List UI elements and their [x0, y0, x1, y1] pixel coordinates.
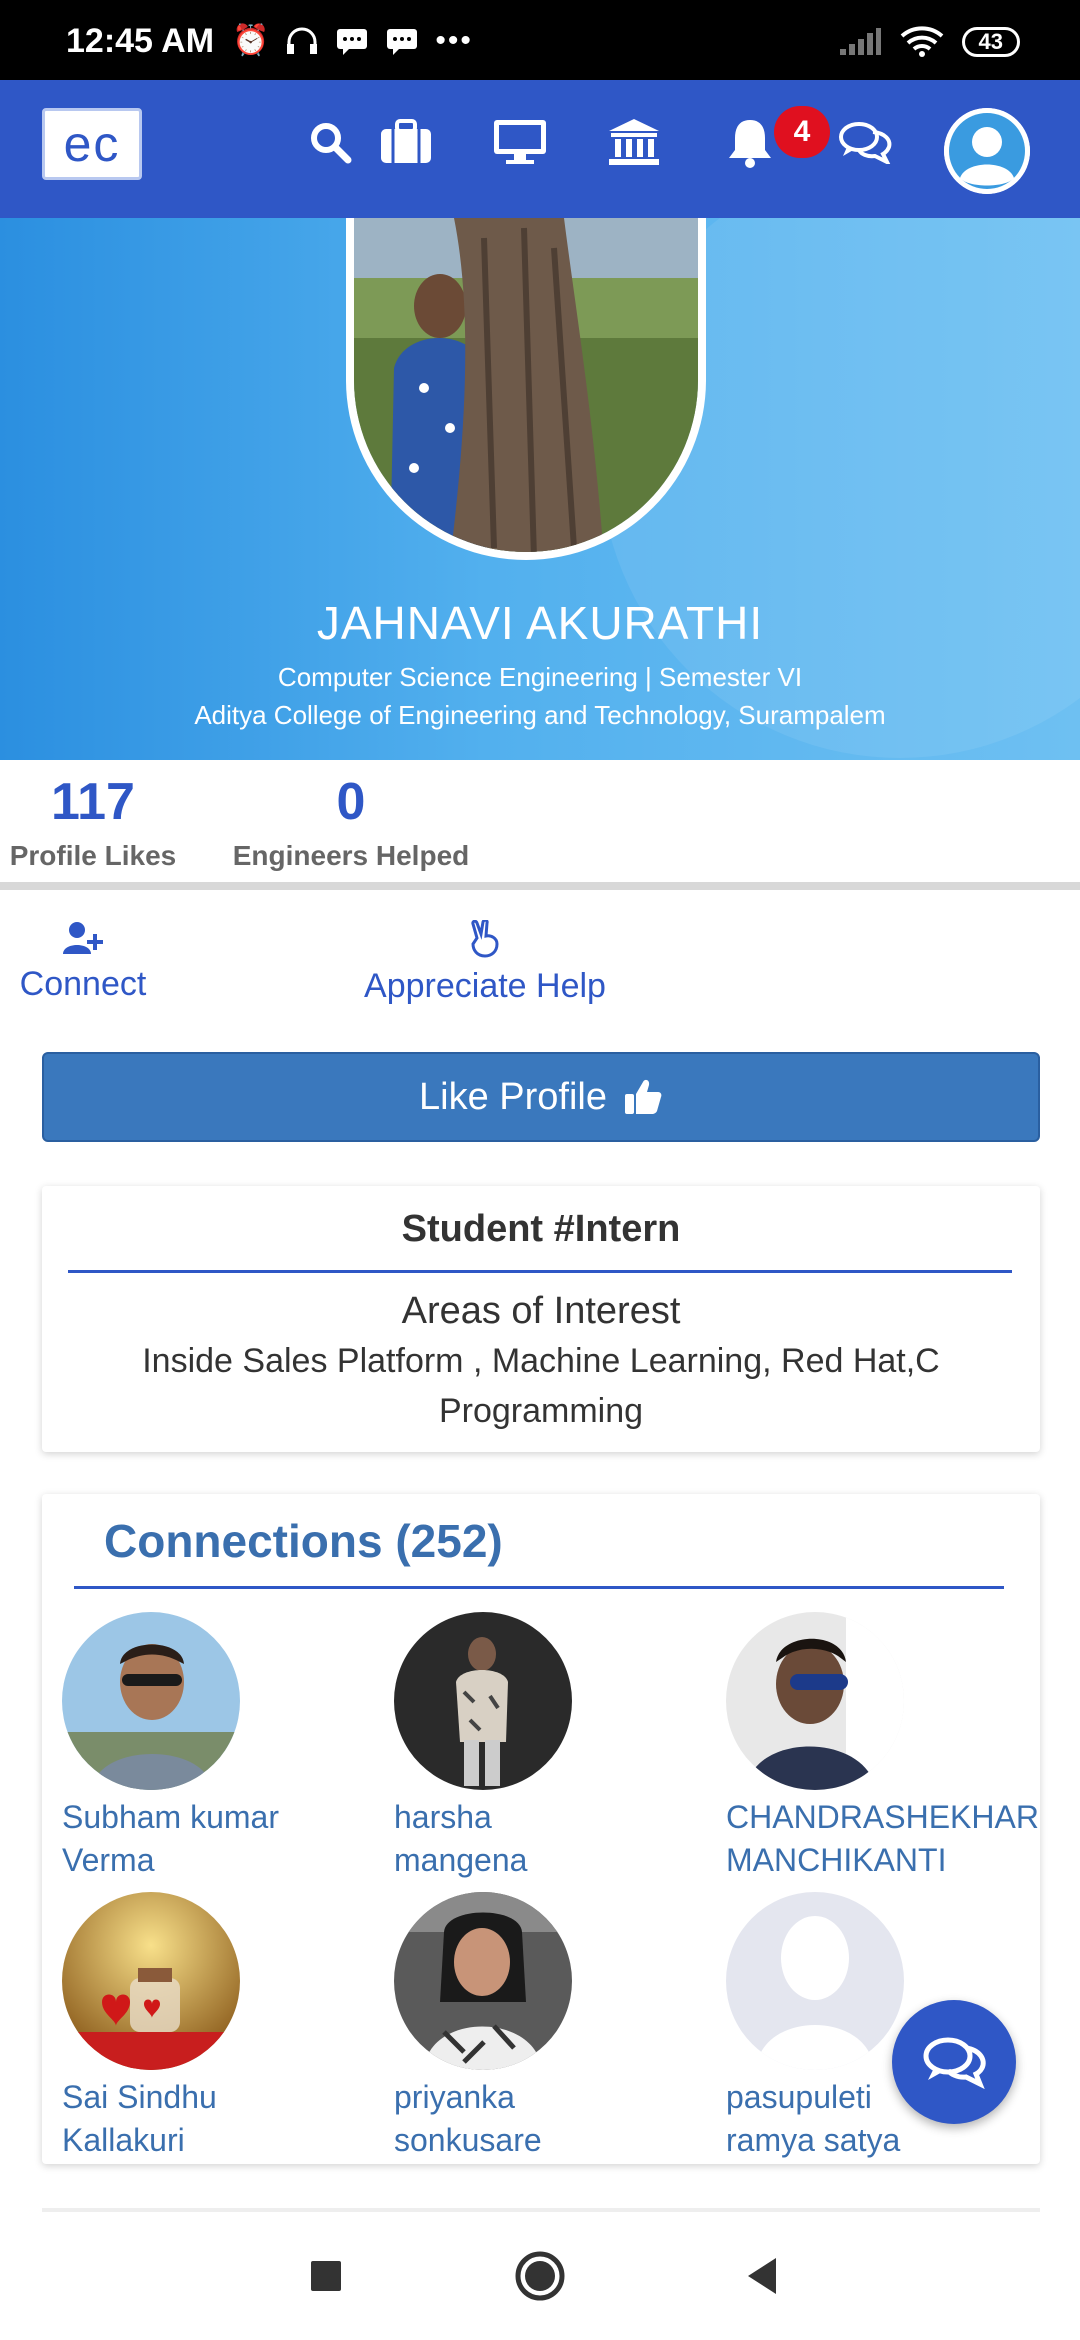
- connections-title[interactable]: Connections (252): [104, 1514, 503, 1568]
- home-button[interactable]: [508, 2244, 572, 2308]
- profile-name: JAHNAVI AKURATHI: [316, 597, 764, 649]
- areas-of-interest-heading: Areas of Interest: [401, 1290, 681, 1332]
- connection-name-second: MANCHIKANTI: [726, 1842, 947, 1878]
- bell-icon[interactable]: [718, 110, 782, 174]
- engineers-helped-stat: 0 Engineers Helped: [226, 772, 476, 872]
- system-navigation-bar: [0, 2214, 1080, 2340]
- about-card: Student #Intern Areas of Interest Inside…: [42, 1186, 1040, 1452]
- connect-label: Connect: [19, 965, 147, 1003]
- message-icon: [387, 29, 418, 55]
- connections-card: Connections (252) Subham kumar Verma har…: [42, 1494, 1040, 2164]
- areas-of-interest-line2: Programming: [438, 1392, 644, 1430]
- student-role-title: Student #Intern: [401, 1208, 681, 1250]
- notification-count-badge: 4: [774, 106, 830, 158]
- connection-name-first: harsha: [394, 1799, 492, 1835]
- chat-icon[interactable]: [828, 110, 902, 174]
- wifi-icon: [900, 26, 943, 57]
- connection-avatar: [394, 1892, 572, 2070]
- add-user-icon: [63, 922, 103, 954]
- profile-department: Computer Science Engineering | Semester …: [277, 662, 803, 692]
- briefcase-icon[interactable]: [374, 110, 438, 174]
- profile-cover: JAHNAVI AKURATHI Computer Science Engine…: [0, 218, 1080, 760]
- like-profile-button[interactable]: Like Profile: [42, 1052, 1040, 1142]
- engineers-helped-value: 0: [336, 773, 366, 831]
- connection-avatar: [726, 1892, 904, 2070]
- back-triangle-icon: [748, 2258, 776, 2294]
- connection-name-first: CHANDRASHEKHAR: [726, 1799, 1039, 1835]
- connection-name-first: priyanka: [394, 2079, 515, 2115]
- floating-chat-button[interactable]: [892, 2000, 1016, 2124]
- connection-name-first: Sai Sindhu: [62, 2079, 217, 2115]
- areas-of-interest-line1: Inside Sales Platform , Machine Learning…: [142, 1342, 940, 1380]
- more-dots-icon: •••: [435, 24, 473, 57]
- connection-avatar: [62, 1612, 240, 1790]
- app-header: ec 4: [0, 80, 1080, 218]
- appreciate-help-button[interactable]: Appreciate Help: [340, 918, 630, 1006]
- logo-text: ec: [63, 116, 121, 172]
- connections-divider: [74, 1586, 1004, 1589]
- monitor-icon[interactable]: [488, 110, 552, 174]
- profile-avatar[interactable]: [944, 108, 1030, 194]
- connection-name-second: sonkusare: [394, 2122, 542, 2158]
- battery-indicator: 43: [961, 27, 1020, 57]
- alarm-icon: ⏰: [232, 24, 270, 57]
- profile-stats: 117 Profile Likes 0 Engineers Helped: [0, 760, 1080, 890]
- profile-likes-label: Profile Likes: [9, 840, 177, 871]
- message-icon: [337, 29, 368, 55]
- profile-college: Aditya College of Engineering and Techno…: [194, 700, 886, 730]
- square-icon: [311, 2261, 341, 2291]
- profile-likes-value: 117: [51, 773, 135, 831]
- connection-avatar: [394, 1612, 572, 1790]
- signal-icon: [839, 28, 881, 55]
- appreciate-help-label: Appreciate Help: [364, 967, 606, 1005]
- status-system-icons: 43: [838, 26, 1020, 58]
- thumbs-up-icon: [624, 1079, 662, 1114]
- connection-name-second: Kallakuri: [62, 2122, 185, 2158]
- headset-icon: [287, 27, 318, 54]
- profile-likes-stat: 117 Profile Likes: [8, 772, 178, 872]
- connection-avatar: [726, 1612, 904, 1790]
- connection-item[interactable]: CHANDRASHEKHAR MANCHIKANTI: [726, 1612, 1039, 1882]
- connect-button[interactable]: Connect: [8, 920, 158, 1004]
- connection-name-second: Verma: [62, 1842, 155, 1878]
- status-notification-icons: ⏰ •••: [232, 26, 473, 56]
- connection-name-second: mangena: [394, 1842, 528, 1878]
- circle-icon: [515, 2251, 565, 2301]
- connection-name-first: Subham kumar: [62, 1799, 279, 1835]
- connection-item[interactable]: priyanka sonkusare: [394, 1892, 724, 2162]
- engineers-helped-label: Engineers Helped: [232, 840, 470, 871]
- connection-item[interactable]: Subham kumar Verma: [62, 1612, 392, 1882]
- back-button[interactable]: [730, 2244, 794, 2308]
- chat-bubbles-icon: [923, 2037, 986, 2090]
- section-separator: [42, 2208, 1040, 2212]
- connection-avatar: [62, 1892, 240, 2070]
- victory-hand-icon: [471, 918, 499, 958]
- search-icon[interactable]: [298, 110, 362, 174]
- connection-name-second: ramya satya: [726, 2122, 901, 2158]
- institution-icon[interactable]: [602, 110, 666, 174]
- like-profile-label: Like Profile: [419, 1075, 607, 1118]
- status-bar: 12:45 AM ⏰ ••• 43: [0, 0, 1080, 80]
- app-logo[interactable]: ec: [42, 108, 142, 180]
- recent-apps-button[interactable]: [294, 2244, 358, 2308]
- status-time: 12:45 AM: [66, 22, 215, 60]
- about-divider: [68, 1270, 1012, 1273]
- connection-item[interactable]: Sai Sindhu Kallakuri: [62, 1892, 392, 2162]
- connection-item[interactable]: harsha mangena: [394, 1612, 724, 1882]
